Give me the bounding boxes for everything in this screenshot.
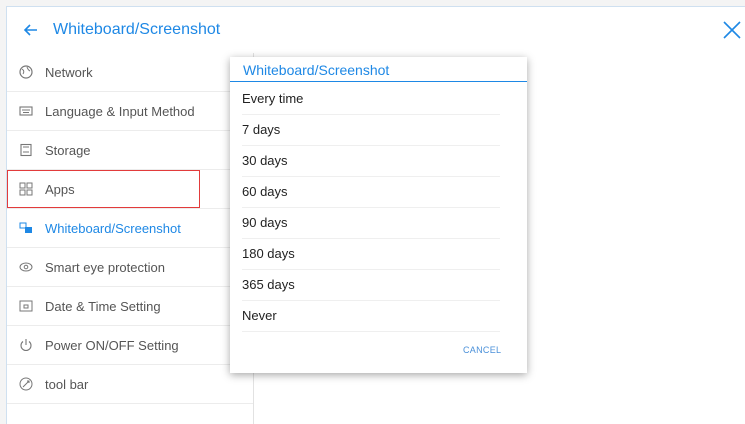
sidebar-item-network[interactable]: Network	[7, 53, 253, 92]
option-divider	[242, 238, 500, 239]
sidebar-item-power[interactable]: Power ON/OFF Setting	[7, 326, 253, 365]
option-label: 90 days	[242, 215, 288, 230]
back-arrow-icon[interactable]	[21, 20, 41, 40]
option-divider	[242, 331, 500, 332]
sidebar-item-tool-bar[interactable]: tool bar	[7, 365, 253, 404]
sidebar-item-apps[interactable]: Apps	[7, 170, 253, 209]
option-every-time[interactable]: Every time	[230, 85, 500, 115]
option-label: Never	[242, 308, 277, 323]
option-divider	[242, 300, 500, 301]
option-divider	[242, 114, 500, 115]
eye-icon	[19, 260, 33, 274]
option-divider	[242, 176, 500, 177]
sidebar-item-whiteboard-screenshot[interactable]: Whiteboard/Screenshot	[7, 209, 253, 248]
option-label: 60 days	[242, 184, 288, 199]
option-60-days[interactable]: 60 days	[230, 178, 500, 208]
apps-icon	[19, 182, 33, 196]
option-divider	[242, 269, 500, 270]
option-label: 7 days	[242, 122, 281, 137]
keyboard-icon	[19, 104, 33, 118]
option-divider	[242, 145, 500, 146]
cancel-button[interactable]: CANCEL	[463, 345, 501, 355]
sidebar-item-smart-eye-protection[interactable]: Smart eye protection	[7, 248, 253, 287]
calendar-icon	[19, 299, 33, 313]
sidebar-item-label: Smart eye protection	[45, 259, 165, 275]
sidebar-item-date-time[interactable]: Date & Time Setting	[7, 287, 253, 326]
toolbar-icon	[19, 377, 33, 391]
option-never[interactable]: Never	[230, 302, 500, 332]
option-90-days[interactable]: 90 days	[230, 209, 500, 239]
sidebar-item-storage[interactable]: Storage	[7, 131, 253, 170]
header-bar: Whiteboard/Screenshot	[7, 7, 745, 54]
sidebar-item-label: Date & Time Setting	[45, 298, 161, 314]
sidebar-item-label: tool bar	[45, 376, 89, 392]
whiteboard-icon	[19, 221, 33, 235]
dialog-title: Whiteboard/Screenshot	[243, 62, 390, 78]
option-label: Every time	[242, 91, 304, 106]
sidebar-item-label: Language & Input Method	[45, 103, 195, 119]
option-label: 180 days	[242, 246, 295, 261]
sidebar-item-label: Whiteboard/Screenshot	[45, 220, 181, 236]
power-icon	[19, 338, 33, 352]
option-label: 365 days	[242, 277, 295, 292]
retention-dialog: Whiteboard/Screenshot Every time 7 days …	[230, 57, 527, 373]
settings-sidebar: Network Language & Input Method Storage …	[7, 53, 254, 424]
page-title: Whiteboard/Screenshot	[53, 21, 221, 38]
option-divider	[242, 207, 500, 208]
option-label: 30 days	[242, 153, 288, 168]
globe-icon	[19, 65, 33, 79]
sidebar-item-label: Apps	[45, 181, 75, 197]
close-icon[interactable]	[720, 18, 744, 42]
sidebar-item-label: Storage	[45, 142, 91, 158]
storage-icon	[19, 143, 33, 157]
option-365-days[interactable]: 365 days	[230, 271, 500, 301]
sidebar-item-label: Power ON/OFF Setting	[45, 337, 179, 353]
option-7-days[interactable]: 7 days	[230, 116, 500, 146]
sidebar-item-label: Network	[45, 64, 93, 80]
sidebar-item-language[interactable]: Language & Input Method	[7, 92, 253, 131]
option-180-days[interactable]: 180 days	[230, 240, 500, 270]
option-30-days[interactable]: 30 days	[230, 147, 500, 177]
dialog-title-divider	[230, 81, 527, 82]
